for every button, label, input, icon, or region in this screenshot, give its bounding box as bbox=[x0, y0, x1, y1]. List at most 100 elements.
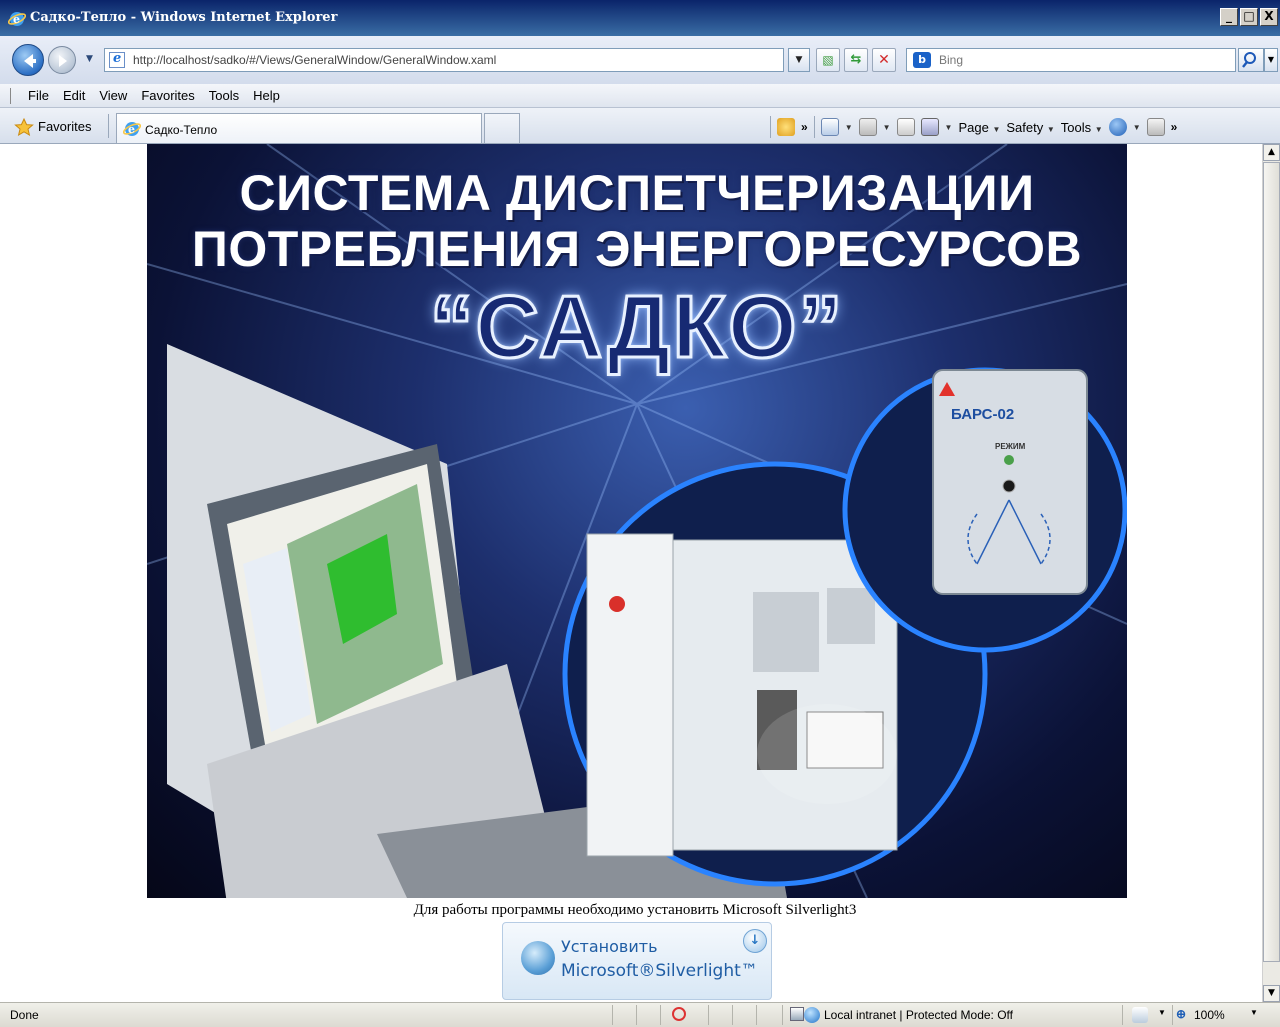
address-dropdown-icon[interactable]: ▼ bbox=[788, 48, 810, 72]
banner-title-line2: ПОТРЕБЛЕНИЯ ЭНЕРГОРЕСУРСОВ bbox=[191, 221, 1083, 277]
status-dropdown-icon[interactable]: ▼ bbox=[1158, 1008, 1166, 1017]
refresh-button[interactable]: ⇆ bbox=[844, 48, 868, 72]
minimize-button[interactable]: _ bbox=[1220, 8, 1238, 26]
forward-button[interactable] bbox=[48, 46, 76, 74]
navigation-bar: ▼ http://localhost/sadko/#/Views/General… bbox=[0, 36, 1280, 84]
control-cabinet-illustration bbox=[586, 533, 898, 857]
menu-bar: File Edit View Favorites Tools Help bbox=[0, 84, 1280, 108]
menu-grip bbox=[10, 88, 12, 104]
command-separator-2 bbox=[813, 116, 815, 138]
local-intranet-icon bbox=[804, 1007, 820, 1023]
compatibility-view-button[interactable]: ▧ bbox=[816, 48, 840, 72]
new-tab-button[interactable] bbox=[484, 113, 520, 143]
svg-text:e: e bbox=[13, 13, 20, 26]
scroll-thumb[interactable] bbox=[1263, 162, 1280, 962]
page-dropdown-icon: ▼ bbox=[992, 124, 1001, 134]
scroll-down-icon[interactable]: ▼ bbox=[1263, 985, 1280, 1002]
compatibility-icon: ▧ bbox=[822, 53, 834, 67]
tab-label: Садко-Тепло bbox=[145, 123, 218, 137]
bars-02-device-illustration bbox=[932, 369, 1088, 595]
svg-text:e: e bbox=[128, 123, 135, 136]
status-pane-7 bbox=[782, 1005, 783, 1025]
zoom-dropdown-icon[interactable]: ▼ bbox=[1250, 1008, 1258, 1017]
stop-button[interactable]: ✕ bbox=[872, 48, 896, 72]
download-arrow-icon: ↓ bbox=[743, 929, 767, 953]
mail-icon[interactable] bbox=[896, 118, 915, 136]
status-bar: Done Local intranet | Protected Mode: Of… bbox=[0, 1002, 1280, 1027]
back-arrow-icon bbox=[24, 54, 36, 68]
search-button[interactable] bbox=[1238, 48, 1264, 72]
research-icon[interactable] bbox=[1146, 118, 1165, 136]
close-button[interactable]: X bbox=[1260, 8, 1278, 26]
favorites-star-icon[interactable] bbox=[14, 118, 34, 136]
zoom-level[interactable]: 100% bbox=[1194, 1008, 1225, 1022]
silverlight-notice: Для работы программы необходимо установи… bbox=[413, 902, 857, 918]
title-bar: e Садко-Тепло - Windows Internet Explore… bbox=[0, 0, 1280, 36]
silverlight-logo-icon bbox=[521, 941, 555, 975]
window-controls: _ □ X bbox=[1220, 8, 1278, 26]
banner-brand: “САДКО” bbox=[428, 276, 845, 378]
device-mode-label: РЕЖИМ bbox=[995, 442, 1026, 451]
search-input[interactable]: b Bing bbox=[906, 48, 1236, 72]
security-zone[interactable]: Local intranet | Protected Mode: Off bbox=[824, 1008, 1013, 1022]
back-button[interactable] bbox=[12, 44, 44, 76]
favorites-separator bbox=[108, 114, 109, 138]
menu-tools[interactable]: Tools bbox=[209, 88, 239, 103]
favorites-bar: Favorites e Садко-Тепло » ▼ ▼ ▼ Page ▼ S… bbox=[0, 108, 1280, 144]
feeds-dropdown-icon[interactable]: ▼ bbox=[883, 123, 891, 132]
page-menu[interactable]: Page ▼ bbox=[958, 120, 1000, 135]
search-options-dropdown-icon[interactable]: ▼ bbox=[1264, 48, 1278, 72]
add-favorites-icon[interactable] bbox=[777, 118, 795, 136]
status-pane-9 bbox=[1172, 1005, 1173, 1025]
refresh-icon: ⇆ bbox=[850, 52, 862, 67]
command-overflow-chevron[interactable]: » bbox=[1171, 120, 1178, 134]
banner-title-line1: СИСТЕМА ДИСПЕТЧЕРИЗАЦИИ bbox=[239, 165, 1035, 221]
change-status-bar-icon[interactable] bbox=[1132, 1007, 1148, 1023]
device-label: БАРС-02 bbox=[951, 406, 1015, 423]
security-icon[interactable] bbox=[790, 1007, 804, 1021]
tab-sadko-teplo[interactable]: e Садко-Тепло bbox=[116, 113, 482, 143]
search-icon bbox=[1242, 52, 1256, 68]
menu-view[interactable]: View bbox=[99, 88, 127, 103]
page-icon bbox=[109, 51, 125, 68]
bing-icon: b bbox=[913, 52, 931, 68]
menu-help[interactable]: Help bbox=[253, 88, 280, 103]
address-url[interactable]: http://localhost/sadko/#/Views/GeneralWi… bbox=[133, 53, 496, 67]
menu-edit[interactable]: Edit bbox=[63, 88, 85, 103]
favorites-button[interactable]: Favorites bbox=[38, 119, 91, 134]
tools-dropdown-icon: ▼ bbox=[1094, 124, 1103, 134]
home-dropdown-icon[interactable]: ▼ bbox=[845, 123, 853, 132]
status-pane-3 bbox=[660, 1005, 661, 1025]
print-dropdown-icon[interactable]: ▼ bbox=[945, 123, 953, 132]
safety-dropdown-icon: ▼ bbox=[1046, 124, 1055, 134]
popup-blocked-icon[interactable] bbox=[672, 1007, 686, 1021]
feeds-icon[interactable] bbox=[858, 118, 877, 136]
menu-favorites[interactable]: Favorites bbox=[141, 88, 194, 103]
status-pane-4 bbox=[708, 1005, 709, 1025]
vertical-scrollbar[interactable]: ▲ ▼ bbox=[1262, 144, 1280, 1002]
command-separator bbox=[770, 116, 771, 138]
page-content: СИСТЕМА ДИСПЕТЧЕРИЗАЦИИ ПОТРЕБЛЕНИЯ ЭНЕР… bbox=[8, 144, 1262, 1002]
safety-menu[interactable]: Safety ▼ bbox=[1006, 120, 1054, 135]
home-icon[interactable] bbox=[820, 118, 839, 136]
help-dropdown-icon[interactable]: ▼ bbox=[1133, 123, 1141, 132]
install-silverlight-button[interactable]: Установить Microsoft®Silverlight™ ↓ bbox=[502, 922, 772, 1000]
menu-file[interactable]: File bbox=[28, 88, 49, 103]
print-icon[interactable] bbox=[920, 118, 939, 136]
help-icon[interactable] bbox=[1108, 118, 1127, 136]
overflow-chevron[interactable]: » bbox=[801, 120, 808, 134]
install-label: Установить bbox=[561, 937, 658, 956]
history-dropdown-icon[interactable]: ▼ bbox=[86, 54, 93, 64]
tools-menu[interactable]: Tools ▼ bbox=[1061, 120, 1103, 135]
address-bar[interactable]: http://localhost/sadko/#/Views/GeneralWi… bbox=[104, 48, 784, 72]
status-pane-6 bbox=[756, 1005, 757, 1025]
scroll-up-icon[interactable]: ▲ bbox=[1263, 144, 1280, 161]
ie-page-icon: e bbox=[123, 122, 141, 136]
status-text: Done bbox=[10, 1008, 39, 1022]
stop-icon: ✕ bbox=[878, 52, 890, 68]
sadko-banner-image: СИСТЕМА ДИСПЕТЧЕРИЗАЦИИ ПОТРЕБЛЕНИЯ ЭНЕР… bbox=[147, 144, 1127, 898]
forward-arrow-icon bbox=[59, 55, 67, 67]
maximize-button[interactable]: □ bbox=[1240, 8, 1258, 26]
command-bar: » ▼ ▼ ▼ Page ▼ Safety ▼ Tools ▼ ▼ » bbox=[770, 114, 1177, 140]
window-title: Садко-Тепло - Windows Internet Explorer bbox=[30, 10, 338, 25]
